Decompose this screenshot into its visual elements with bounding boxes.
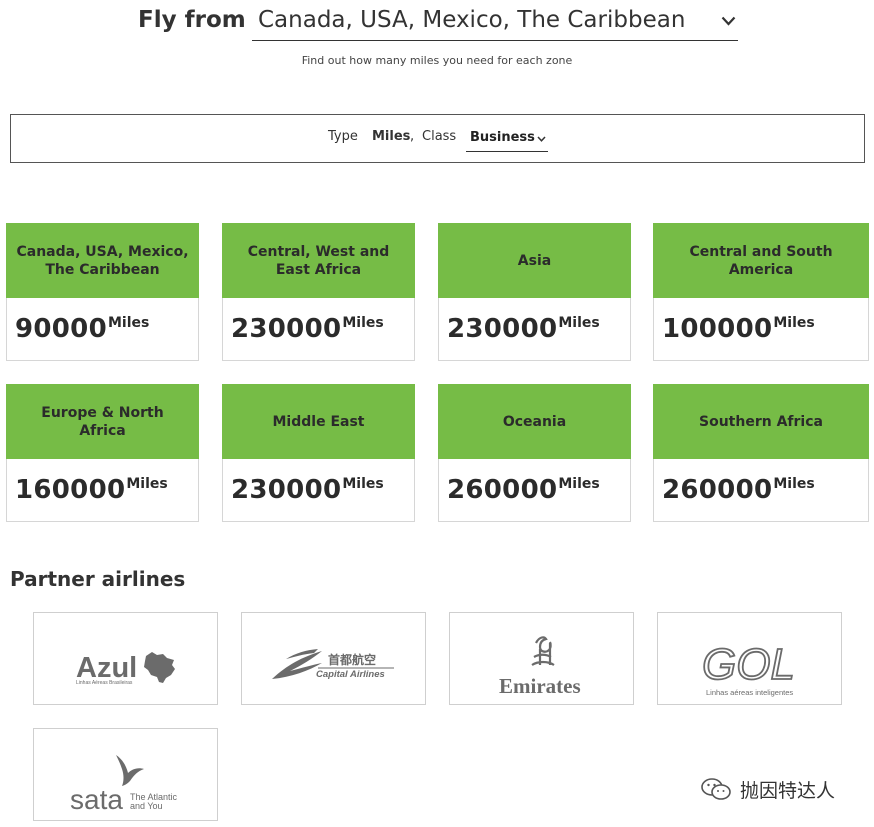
zone-miles: 260000Miles xyxy=(447,475,600,505)
class-dropdown-value: Business xyxy=(470,130,535,145)
zone-card[interactable]: Central, West and East Africa 230000Mile… xyxy=(222,223,415,361)
zone-name: Central, West and East Africa xyxy=(247,243,390,278)
sata-name: sata xyxy=(70,784,123,815)
zone-miles-unit: Miles xyxy=(126,476,168,492)
emirates-calligraphy-icon xyxy=(531,636,555,666)
zone-name: Central and South America xyxy=(689,243,833,278)
zone-card[interactable]: Asia 230000Miles xyxy=(438,223,631,361)
partner-logo-sata[interactable]: sata The Atlantic and You xyxy=(33,728,218,821)
watermark: 抛因特达人 xyxy=(700,774,860,804)
zone-header: Southern Africa xyxy=(653,384,869,459)
zone-name: Europe & North Africa xyxy=(41,404,164,439)
emirates-logo: Emirates xyxy=(499,636,581,698)
zone-miles-unit: Miles xyxy=(558,476,600,492)
zone-header: Central and South America xyxy=(653,223,869,298)
zone-miles: 230000Miles xyxy=(447,314,600,344)
zone-miles: 230000Miles xyxy=(231,314,384,344)
chevron-down-icon xyxy=(721,16,736,26)
capital-airlines-logo: 首都航空 Capital Airlines xyxy=(272,649,394,680)
zone-header: Middle East xyxy=(222,384,415,459)
zone-name: Middle East xyxy=(272,413,365,430)
zone-miles-unit: Miles xyxy=(107,315,150,331)
zone-miles-unit: Miles xyxy=(342,476,384,492)
zone-miles-unit: Miles xyxy=(773,476,815,492)
capital-airlines-english-name: Capital Airlines xyxy=(316,669,385,680)
zone-miles-value: 230000 xyxy=(447,314,558,344)
gol-logo-name: GOL xyxy=(702,640,795,689)
filter-controls: Type Miles , Class Business xyxy=(328,128,628,152)
azul-tagline: Linhas Aéreas Brasileiras xyxy=(76,680,133,686)
zone-card[interactable]: Southern Africa 260000Miles xyxy=(653,384,869,522)
zone-miles-value: 230000 xyxy=(231,314,342,344)
partner-logo-capital-airlines[interactable]: 首都航空 Capital Airlines xyxy=(241,612,426,705)
zone-card[interactable]: Middle East 230000Miles xyxy=(222,384,415,522)
zone-header: Asia xyxy=(438,223,631,298)
watermark-text: 抛因特达人 xyxy=(740,780,836,802)
zone-header: Central, West and East Africa xyxy=(222,223,415,298)
zone-name: Oceania xyxy=(502,413,567,430)
filter-bar: Type Miles , Class Business xyxy=(10,114,865,163)
partner-logo-emirates[interactable]: Emirates xyxy=(449,612,634,705)
zone-header: Oceania xyxy=(438,384,631,459)
chevron-down-icon xyxy=(537,136,546,142)
zone-card[interactable]: Oceania 260000Miles xyxy=(438,384,631,522)
zone-miles: 100000Miles xyxy=(662,314,815,344)
page-subtitle: Find out how many miles you need for eac… xyxy=(301,54,573,67)
page-header: Fly from Canada, USA, Mexico, The Caribb… xyxy=(0,2,874,42)
gol-logo: GOL Linhas aéreas inteligentes xyxy=(701,639,796,697)
zone-grid: Canada, USA, Mexico, The Caribbean 90000… xyxy=(6,223,870,523)
zone-miles: 260000Miles xyxy=(662,475,815,505)
zone-miles-value: 160000 xyxy=(15,475,126,505)
zone-name: Southern Africa xyxy=(699,413,823,430)
fly-from-label: Fly from xyxy=(138,7,246,33)
zone-miles: 160000Miles xyxy=(15,475,168,505)
brazil-map-icon xyxy=(144,652,175,683)
sata-logo: sata The Atlantic and You xyxy=(70,755,178,815)
zone-card[interactable]: Central and South America 100000Miles xyxy=(653,223,869,361)
partners-title: Partner airlines xyxy=(10,567,186,591)
origin-dropdown[interactable]: Canada, USA, Mexico, The Caribbean xyxy=(252,4,738,41)
class-dropdown[interactable]: Business xyxy=(466,128,548,152)
zone-name: Asia xyxy=(517,252,552,269)
zone-miles-value: 90000 xyxy=(15,314,107,344)
partner-logo-gol[interactable]: GOL Linhas aéreas inteligentes xyxy=(657,612,842,705)
capital-airlines-chinese-name: 首都航空 xyxy=(328,652,376,667)
sata-tagline-line-2: and You xyxy=(130,801,163,811)
azul-logo: Azul Linhas Aéreas Brasileiras xyxy=(76,652,175,686)
type-label: Type xyxy=(328,129,358,144)
partner-logo-azul[interactable]: Azul Linhas Aéreas Brasileiras xyxy=(33,612,218,705)
zone-name: Canada, USA, Mexico, The Caribbean xyxy=(16,243,189,278)
bird-icon xyxy=(116,755,144,786)
filter-separator: , xyxy=(410,129,415,144)
zone-miles-unit: Miles xyxy=(342,315,384,331)
zone-header: Europe & North Africa xyxy=(6,384,199,459)
zone-card[interactable]: Europe & North Africa 160000Miles xyxy=(6,384,199,522)
zone-miles-unit: Miles xyxy=(558,315,600,331)
wechat-icon xyxy=(701,778,731,800)
zone-miles-unit: Miles xyxy=(773,315,815,331)
zone-card[interactable]: Canada, USA, Mexico, The Caribbean 90000… xyxy=(6,223,199,361)
zone-miles: 90000Miles xyxy=(15,314,149,344)
gol-tagline: Linhas aéreas inteligentes xyxy=(706,688,793,697)
zone-miles: 230000Miles xyxy=(231,475,384,505)
type-value[interactable]: Miles xyxy=(372,129,410,144)
origin-dropdown-value: Canada, USA, Mexico, The Caribbean xyxy=(258,7,686,33)
zone-miles-value: 100000 xyxy=(662,314,773,344)
emirates-name: Emirates xyxy=(499,674,581,698)
zone-header: Canada, USA, Mexico, The Caribbean xyxy=(6,223,199,298)
class-label: Class xyxy=(422,129,457,144)
zone-miles-value: 260000 xyxy=(662,475,773,505)
zone-miles-value: 260000 xyxy=(447,475,558,505)
zone-miles-value: 230000 xyxy=(231,475,342,505)
